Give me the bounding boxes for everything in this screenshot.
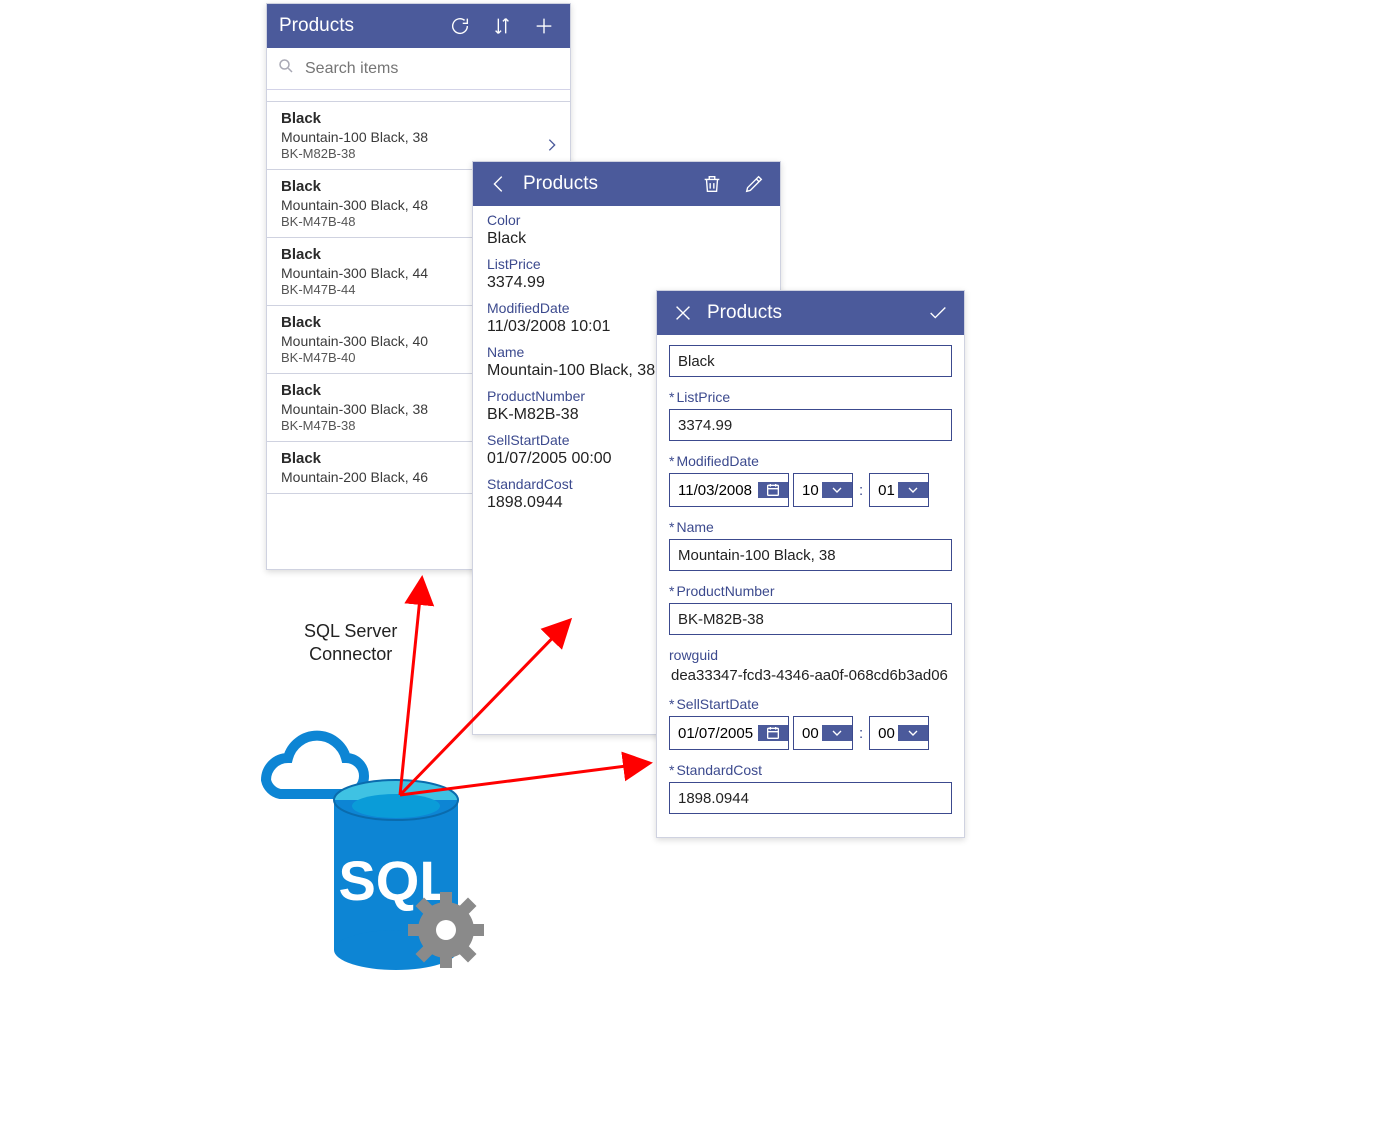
- list-item-name: Mountain-100 Black, 38: [281, 129, 556, 145]
- sellstartdate-hour-field[interactable]: 00: [793, 716, 853, 750]
- detail-title: Products: [523, 173, 698, 195]
- label-listprice: *ListPrice: [669, 389, 952, 405]
- calendar-icon[interactable]: [758, 482, 788, 498]
- close-icon[interactable]: [669, 299, 697, 327]
- chevron-down-icon[interactable]: [898, 482, 928, 498]
- modifieddate-date-field[interactable]: 11/03/2008: [669, 473, 789, 507]
- detail-label-color: Color: [487, 212, 766, 228]
- search-row: [267, 48, 570, 90]
- chevron-down-icon[interactable]: [898, 725, 928, 741]
- label-name: *Name: [669, 519, 952, 535]
- refresh-icon[interactable]: [446, 12, 474, 40]
- chevron-right-icon: [544, 134, 560, 161]
- detail-titlebar: Products: [473, 162, 780, 206]
- modifieddate-hour-field[interactable]: 10: [793, 473, 853, 507]
- sql-text: SQL: [338, 849, 453, 912]
- list-title: Products: [279, 15, 446, 37]
- list-item-sku: BK-M82B-38: [281, 146, 556, 161]
- listprice-input[interactable]: [669, 409, 952, 441]
- edit-icon[interactable]: [740, 170, 768, 198]
- connector-annotation: SQL Server Connector: [304, 620, 397, 667]
- sellstartdate-minute-field[interactable]: 00: [869, 716, 929, 750]
- list-item-color: Black: [281, 110, 556, 127]
- modifieddate-minute-field[interactable]: 01: [869, 473, 929, 507]
- list-item[interactable]: Black Mountain-100 Black, 38BK-M82B-38: [267, 102, 570, 170]
- delete-icon[interactable]: [698, 170, 726, 198]
- label-rowguid: rowguid: [669, 647, 952, 663]
- list-divider: [267, 90, 570, 102]
- detail-value-color: Black: [487, 230, 766, 248]
- color-input[interactable]: [669, 345, 952, 377]
- add-icon[interactable]: [530, 12, 558, 40]
- time-colon: :: [857, 482, 865, 499]
- label-sellstartdate: *SellStartDate: [669, 696, 952, 712]
- products-edit-panel: Products *ListPrice *ModifiedDate 11/03/…: [656, 290, 965, 838]
- edit-title: Products: [707, 302, 924, 324]
- submit-check-icon[interactable]: [924, 299, 952, 327]
- standardcost-input[interactable]: [669, 782, 952, 814]
- edit-titlebar: Products: [657, 291, 964, 335]
- time-colon: :: [857, 725, 865, 742]
- search-input[interactable]: [303, 59, 560, 79]
- chevron-down-icon[interactable]: [822, 482, 852, 498]
- sql-server-graphic: SQL: [236, 700, 496, 985]
- sellstartdate-date-field[interactable]: 01/07/2005: [669, 716, 789, 750]
- label-productnumber: *ProductNumber: [669, 583, 952, 599]
- chevron-down-icon[interactable]: [822, 725, 852, 741]
- label-modifieddate: *ModifiedDate: [669, 453, 952, 469]
- calendar-icon[interactable]: [758, 725, 788, 741]
- name-input[interactable]: [669, 539, 952, 571]
- back-icon[interactable]: [485, 170, 513, 198]
- search-icon: [277, 57, 303, 80]
- sort-icon[interactable]: [488, 12, 516, 40]
- productnumber-input[interactable]: [669, 603, 952, 635]
- label-standardcost: *StandardCost: [669, 762, 952, 778]
- list-titlebar: Products: [267, 4, 570, 48]
- detail-label-listprice: ListPrice: [487, 256, 766, 272]
- rowguid-value: dea33347-fcd3-4346-aa0f-068cd6b3ad06: [669, 667, 952, 684]
